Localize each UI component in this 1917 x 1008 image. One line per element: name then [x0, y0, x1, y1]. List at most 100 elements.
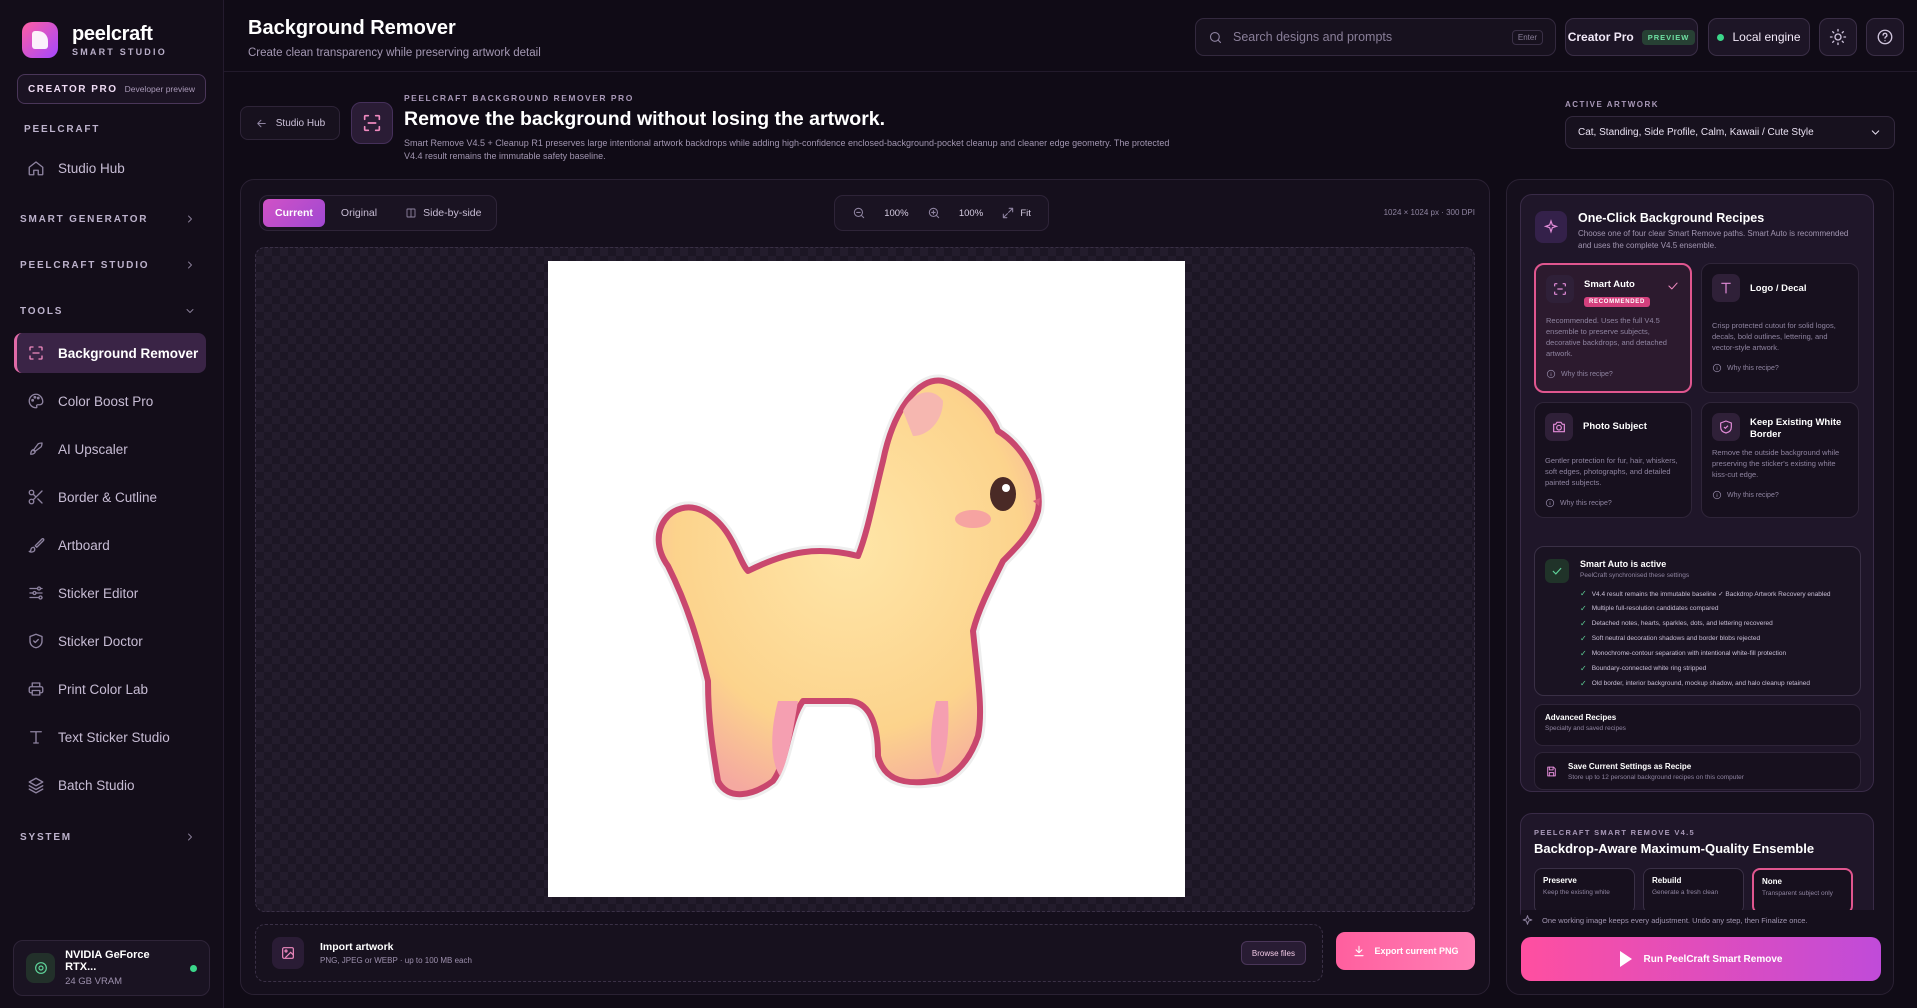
- group-system[interactable]: SYSTEM: [20, 831, 196, 843]
- sidebar-item-label: Border & Cutline: [58, 489, 158, 505]
- creator-pro-button[interactable]: Creator Pro PREVIEW: [1565, 18, 1698, 56]
- recipe-logo-decal[interactable]: Logo / Decal Crisp protected cutout for …: [1701, 263, 1859, 393]
- option-title: Preserve: [1543, 876, 1577, 885]
- why-label: Why this recipe?: [1561, 370, 1613, 378]
- brand-subtitle: SMART STUDIO: [72, 46, 167, 57]
- info-icon: [1545, 498, 1555, 508]
- sparkles-icon: [1535, 211, 1567, 243]
- play-icon: [1619, 951, 1632, 967]
- sidebar-item-ai-upscaler[interactable]: AI Upscaler: [14, 429, 206, 469]
- search-input[interactable]: [1233, 30, 1502, 44]
- sidebar-item-sticker-editor[interactable]: Sticker Editor: [14, 573, 206, 613]
- preview-badge: PREVIEW: [1641, 29, 1696, 45]
- brush-icon: [26, 535, 46, 555]
- active-artwork-label: ACTIVE ARTWORK: [1565, 100, 1660, 109]
- search-bar[interactable]: Enter: [1195, 18, 1556, 56]
- tab-side-by-side[interactable]: Side-by-side: [393, 199, 493, 227]
- sidebar-item-print-color-lab[interactable]: Print Color Lab: [14, 669, 206, 709]
- import-dropzone[interactable]: Import artwork PNG, JPEG or WEBP · up to…: [255, 924, 1323, 982]
- back-button[interactable]: Studio Hub: [240, 106, 340, 140]
- brand[interactable]: peelcraft SMART STUDIO: [22, 22, 167, 58]
- border-option-rebuild[interactable]: Rebuild Generate a fresh clean: [1643, 868, 1744, 914]
- sidebar-item-border-cutline[interactable]: Border & Cutline: [14, 477, 206, 517]
- run-smart-remove-button[interactable]: Run PeelCraft Smart Remove: [1521, 937, 1881, 981]
- sidebar-item-sticker-doctor[interactable]: Sticker Doctor: [14, 621, 206, 661]
- help-icon: [1876, 28, 1894, 46]
- artwork-preview[interactable]: [548, 261, 1185, 897]
- export-label: Export current PNG: [1374, 946, 1459, 956]
- sparkles-icon: [1521, 914, 1534, 927]
- home-icon: [26, 158, 46, 178]
- brand-name: peelcraft: [72, 22, 153, 45]
- advanced-subtitle: Specialty and saved recipes: [1545, 725, 1626, 732]
- plan-name: CREATOR PRO: [28, 83, 118, 95]
- import-title: Import artwork: [320, 941, 394, 953]
- group-label: SMART GENERATOR: [20, 213, 149, 225]
- sidebar-item-text-sticker-studio[interactable]: Text Sticker Studio: [14, 717, 206, 757]
- recipe-keep-white-border[interactable]: Keep Existing White Border Remove the ou…: [1701, 402, 1859, 518]
- chevron-right-icon: [184, 213, 196, 225]
- advanced-title: Advanced Recipes: [1545, 713, 1617, 722]
- why-recipe-link[interactable]: Why this recipe?: [1546, 369, 1680, 379]
- section-label: PEELCRAFT: [24, 124, 101, 135]
- chevron-right-icon: [184, 259, 196, 271]
- border-option-none[interactable]: None Transparent subject only: [1752, 868, 1853, 914]
- check-icon: [1666, 279, 1680, 293]
- group-label: TOOLS: [20, 305, 64, 317]
- rocket-icon: [26, 439, 46, 459]
- zoom-in-icon[interactable]: [927, 206, 941, 220]
- gpu-status[interactable]: NVIDIA GeForce RTX... 24 GB VRAM: [13, 940, 210, 996]
- why-recipe-link[interactable]: Why this recipe?: [1545, 498, 1681, 508]
- zoom-out-icon[interactable]: [852, 206, 866, 220]
- engine-label: Local engine: [1732, 30, 1801, 44]
- why-recipe-link[interactable]: Why this recipe?: [1712, 490, 1848, 500]
- preview-stage[interactable]: [255, 247, 1475, 912]
- recipe-smart-auto[interactable]: Smart Auto RECOMMENDED Recommended. Uses…: [1534, 263, 1692, 393]
- recipes-panel: One-Click Background Recipes Choose one …: [1506, 179, 1894, 995]
- plan-note: Developer preview: [124, 84, 195, 94]
- option-title: None: [1762, 877, 1782, 886]
- border-option-preserve[interactable]: Preserve Keep the existing white: [1534, 868, 1635, 914]
- active-settings-list: V4.4 result remains the immutable baseli…: [1580, 586, 1860, 691]
- scan-icon: [1546, 275, 1574, 303]
- workflow-note-text: One working image keeps every adjustment…: [1542, 915, 1808, 925]
- browse-files-button[interactable]: Browse files: [1240, 941, 1306, 965]
- export-png-button[interactable]: Export current PNG: [1336, 932, 1475, 970]
- active-artwork-select[interactable]: Cat, Standing, Side Profile, Calm, Kawai…: [1565, 116, 1895, 149]
- theme-toggle-button[interactable]: [1819, 18, 1857, 56]
- recipe-photo-subject[interactable]: Photo Subject Gentler protection for fur…: [1534, 402, 1692, 518]
- plan-badge[interactable]: CREATOR PRO Developer preview: [17, 74, 206, 104]
- shield-icon: [26, 631, 46, 651]
- recipes-card: One-Click Background Recipes Choose one …: [1520, 194, 1874, 792]
- palette-icon: [26, 391, 46, 411]
- sidebar-item-label: Background Remover: [58, 345, 199, 361]
- group-peelcraft-studio[interactable]: PEELCRAFT STUDIO: [20, 259, 196, 271]
- sidebar-item-color-boost-pro[interactable]: Color Boost Pro: [14, 381, 206, 421]
- zoom-level: 100%: [884, 207, 909, 219]
- sidebar-item-artboard[interactable]: Artboard: [14, 525, 206, 565]
- group-tools[interactable]: TOOLS: [20, 305, 196, 317]
- group-smart-generator[interactable]: SMART GENERATOR: [20, 213, 196, 225]
- run-label: Run PeelCraft Smart Remove: [1643, 953, 1783, 965]
- why-recipe-link[interactable]: Why this recipe?: [1712, 363, 1848, 373]
- sidebar-item-batch-studio[interactable]: Batch Studio: [14, 765, 206, 805]
- tab-original[interactable]: Original: [329, 199, 389, 227]
- canvas-panel: Current Original Side-by-side 100% 100% …: [240, 179, 1490, 995]
- sidebar-item-background-remover[interactable]: Background Remover: [14, 333, 206, 373]
- page-title: Background Remover: [248, 17, 456, 39]
- sidebar-item-label: Sticker Doctor: [58, 633, 143, 649]
- list-item: Monochrome-contour separation with inten…: [1580, 646, 1860, 661]
- cat-artwork: [652, 374, 1045, 801]
- tab-current[interactable]: Current: [263, 199, 325, 227]
- help-button[interactable]: [1866, 18, 1904, 56]
- local-engine-button[interactable]: Local engine: [1708, 18, 1810, 56]
- list-item: Boundary-connected white ring stripped: [1580, 661, 1860, 676]
- creator-label: Creator Pro: [1567, 30, 1634, 44]
- fit-button[interactable]: Fit: [1001, 206, 1031, 220]
- peelcraft-logo-icon: [22, 22, 58, 58]
- sidebar-item-studio-hub[interactable]: Studio Hub: [14, 148, 206, 188]
- recommended-badge: RECOMMENDED: [1584, 297, 1651, 307]
- advanced-recipes-button[interactable]: Advanced Recipes Specialty and saved rec…: [1534, 704, 1861, 746]
- active-recipe-subtitle: PeelCraft synchronised these settings: [1580, 572, 1690, 579]
- save-recipe-button[interactable]: Save Current Settings as Recipe Store up…: [1534, 752, 1861, 790]
